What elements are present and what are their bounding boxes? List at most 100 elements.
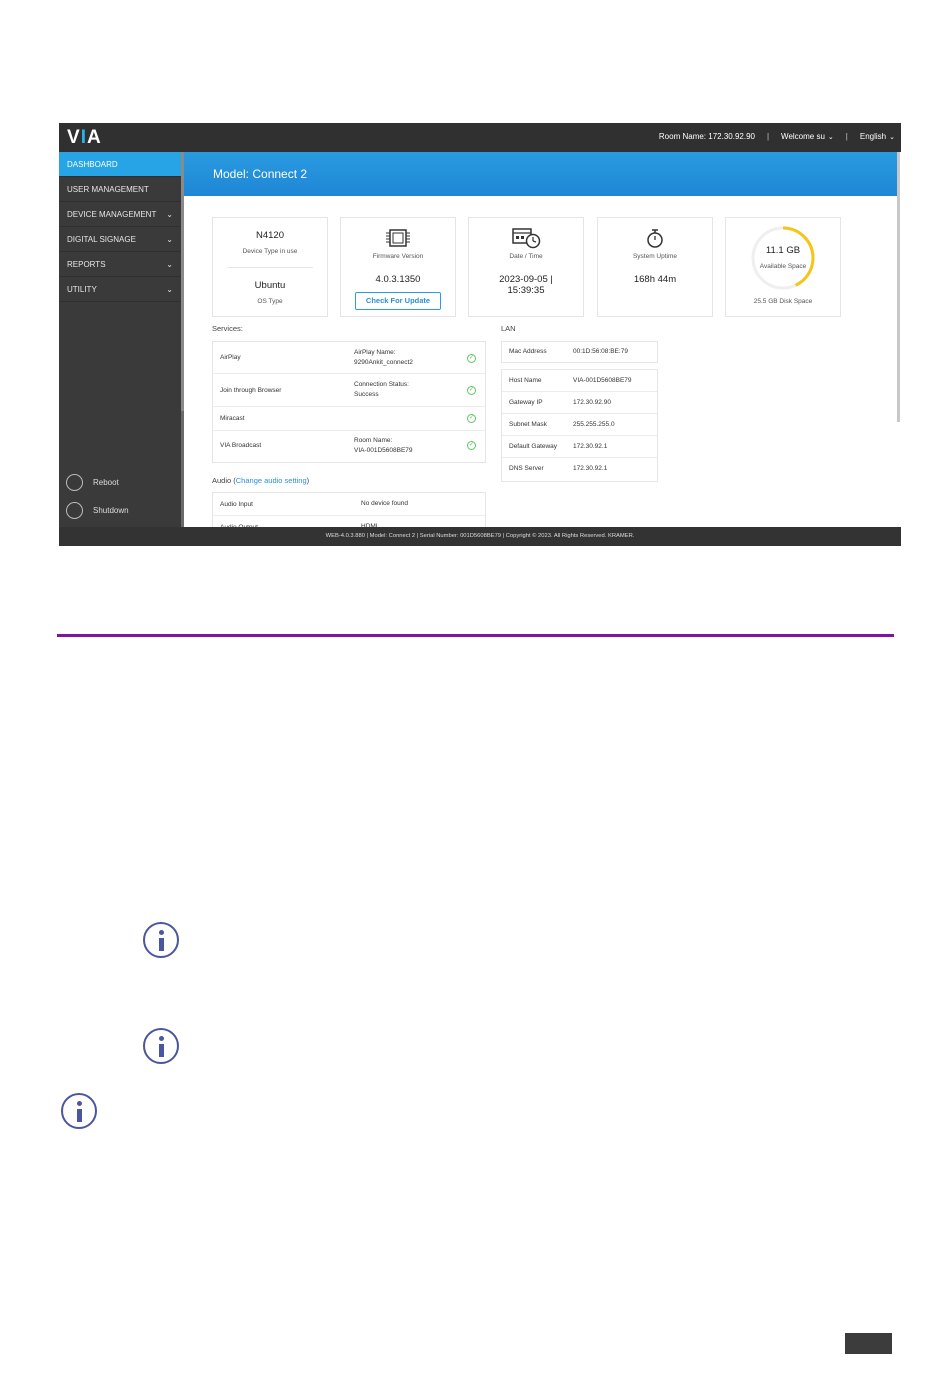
firmware-card: Firmware Version 4.0.3.1350 Check For Up… [340,217,456,317]
services-title: Services: [212,324,243,333]
date-value: 2023-09-05 | [499,274,553,285]
lan-value: 255.255.255.0 [573,421,615,428]
uptime-card: System Uptime 168h 44m [597,217,713,317]
chevron-down-icon: ⌄ [827,134,834,141]
welcome-menu[interactable]: Welcome su ⌄ [781,132,834,141]
calendar-clock-icon [512,228,541,249]
sidebar-item-user-management[interactable]: USER MANAGEMENT [59,177,181,202]
top-nav: Room Name: 172.30.92.90 | Welcome su ⌄ | … [659,132,895,141]
os-type-value: Ubuntu [254,280,286,291]
sidebar-item-reports[interactable]: REPORTS ⌄ [59,252,181,277]
lan-title: LAN [501,324,516,333]
sidebar-item-label: DASHBOARD [67,160,118,169]
reboot-label: Reboot [93,478,119,487]
sidebar-item-label: REPORTS [67,260,106,269]
info-icon [61,1093,97,1129]
uptime-label: System Uptime [632,253,678,260]
lan-value: VIA-001D5608BE79 [573,377,632,384]
lan-row-subnet-mask: Subnet Mask 255.255.255.0 [502,414,657,436]
services-table: AirPlay AirPlay Name: 9290Ankit_connect2 … [212,341,486,463]
lan-key: DNS Server [509,465,544,472]
datetime-label: Date / Time [509,253,543,260]
chevron-down-icon: ⌄ [889,134,895,141]
service-row-miracast: Miracast ✓ [213,407,485,431]
audio-title: Audio (Change audio setting) [212,476,309,485]
sidebar-item-label: DIGITAL SIGNAGE [67,235,136,244]
firmware-label: Firmware Version [372,253,424,260]
sidebar-item-label: UTILITY [67,285,97,294]
mac-address-value: 00:1D:56:08:BE:79 [573,348,628,355]
reboot-icon [66,474,83,491]
lan-key: Default Gateway [509,443,558,450]
room-name: Room Name: 172.30.92.90 [658,132,755,141]
lan-key: Subnet Mask [509,421,547,428]
shutdown-button[interactable]: Shutdown [59,498,181,524]
datetime-card: Date / Time 2023-09-05 | 15:39:35 [468,217,584,317]
page-number-box [845,1333,892,1354]
sidebar-item-dashboard[interactable]: DASHBOARD [59,152,181,177]
mac-address-box: Mac Address 00:1D:56:08:BE:79 [501,341,658,363]
change-audio-setting-link[interactable]: Change audio setting [236,476,307,485]
disk-usage-ring [751,226,815,290]
welcome-label: Welcome su [781,132,825,141]
language-label: English [859,132,887,141]
audio-table: Audio Input No device found Audio Output… [212,492,486,532]
check-icon: ✓ [467,354,476,363]
audio-input-value: No device found [361,500,408,507]
sidebar: DASHBOARD USER MANAGEMENT DEVICE MANAGEM… [59,152,181,527]
check-for-update-button[interactable]: Check For Update [355,292,441,310]
card-divider [227,267,313,268]
lan-value: 172.30.92.90 [573,399,611,406]
sidebar-item-device-management[interactable]: DEVICE MANAGEMENT ⌄ [59,202,181,227]
uptime-value: 168h 44m [633,274,677,285]
top-bar: VIA Room Name: 172.30.92.90 | Welcome su… [59,123,901,152]
device-type-card: N4120 Device Type in use Ubuntu OS Type [212,217,328,317]
service-name: Miracast [220,415,245,422]
lan-key: Host Name [509,377,542,384]
main-scrollbar[interactable] [897,152,900,422]
sidebar-item-utility[interactable]: UTILITY ⌄ [59,277,181,302]
audio-row: Audio Input No device found [213,493,485,516]
audio-title-end: ) [306,476,310,485]
lan-key: Gateway IP [509,399,543,406]
device-type-label: Device Type in use [242,248,298,255]
service-detail: AirPlay Name: 9290Ankit_connect2 [354,348,413,368]
lan-value: 172.30.92.1 [573,443,608,450]
service-row-via-broadcast: VIA Broadcast Room Name: VIA-001D5608BE79… [213,431,485,462]
language-menu[interactable]: English ⌄ [860,132,895,141]
disk-total-label: 25.5 GB Disk Space [753,298,813,305]
chevron-down-icon: ⌄ [166,285,173,294]
available-space-value: 11.1 GB [765,245,801,256]
available-space-label: Available Space [759,263,807,270]
reboot-button[interactable]: Reboot [59,470,181,496]
device-type-value: N4120 [256,230,284,241]
service-detail-label: Connection Status: [354,381,409,388]
service-detail-label: Room Name: [354,437,393,444]
check-icon: ✓ [467,441,476,450]
sidebar-item-digital-signage[interactable]: DIGITAL SIGNAGE ⌄ [59,227,181,252]
sidebar-item-label: DEVICE MANAGEMENT [67,210,157,219]
time-value: 15:39:35 [507,285,545,296]
sidebar-scrollbar-track [181,411,184,527]
chevron-down-icon: ⌄ [166,260,173,269]
lan-row-gateway-ip: Gateway IP 172.30.92.90 [502,392,657,414]
section-divider [57,634,894,637]
info-icon [143,1028,179,1064]
separator: | [766,132,770,141]
service-detail: Room Name: VIA-001D5608BE79 [354,436,413,456]
service-row-airplay: AirPlay AirPlay Name: 9290Ankit_connect2 … [213,342,485,374]
lan-value: 172.30.92.1 [573,465,608,472]
check-icon: ✓ [467,386,476,395]
stopwatch-icon [647,229,663,248]
power-icon [66,502,83,519]
mac-address-row: Mac Address 00:1D:56:08:BE:79 [502,342,657,362]
separator: | [845,132,848,141]
service-name: Join through Browser [220,387,282,394]
chevron-down-icon: ⌄ [166,235,173,244]
via-web-screenshot: VIA Room Name: 172.30.92.90 | Welcome su… [59,123,901,546]
service-detail-value: 9290Ankit_connect2 [354,359,413,366]
chip-icon [386,229,410,247]
footer-bar: WEB-4.0.3.880 | Model: Connect 2 | Seria… [59,527,901,546]
page-title: Model: Connect 2 [213,167,308,181]
service-name: AirPlay [220,354,241,361]
